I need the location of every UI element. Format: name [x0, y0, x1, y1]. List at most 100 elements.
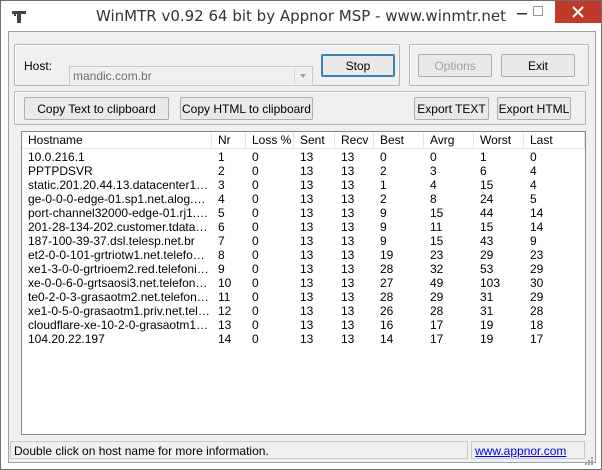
table-cell: 0 — [252, 178, 259, 192]
host-combobox-value: mandic.com.br — [73, 69, 152, 83]
table-cell: 13 — [300, 164, 314, 178]
table-cell: 13 — [341, 206, 355, 220]
table-cell: 13 — [300, 332, 314, 346]
table-cell: 14 — [530, 220, 544, 234]
table-cell: 8 — [430, 192, 437, 206]
table-row[interactable]: xe1-0-5-0-grasaotm1.priv.net.telefonicag… — [22, 304, 585, 318]
column-header-loss[interactable]: Loss % — [246, 132, 294, 148]
table-cell: 0 — [252, 234, 259, 248]
table-cell: 13 — [300, 276, 314, 290]
copy-html-button[interactable]: Copy HTML to clipboard — [180, 97, 313, 120]
table-row[interactable]: te0-2-0-3-grasaotm2.net.telefonicaglobal… — [22, 290, 585, 304]
table-cell: 6 — [218, 220, 225, 234]
table-cell: 0 — [252, 164, 259, 178]
table-cell: 13 — [341, 248, 355, 262]
table-cell: 13 — [341, 192, 355, 206]
table-cell: 4 — [530, 178, 537, 192]
table-cell: 9 — [530, 234, 537, 248]
table-cell: 31 — [480, 304, 494, 318]
options-button[interactable]: Options — [418, 54, 492, 77]
table-cell: 4 — [530, 164, 537, 178]
table-row[interactable]: ge-0-0-0-edge-01.sp1.net.alog.com.br 4 0 13… — [22, 192, 585, 206]
table-cell: 30 — [530, 276, 544, 290]
options-group: Options Exit — [409, 44, 589, 86]
table-cell: 13 — [300, 150, 314, 164]
copy-text-button[interactable]: Copy Text to clipboard — [24, 97, 169, 120]
exit-button[interactable]: Exit — [501, 54, 575, 77]
table-cell: 0 — [252, 220, 259, 234]
column-header-sent[interactable]: Sent — [294, 132, 335, 148]
table-cell: 13 — [341, 150, 355, 164]
close-button[interactable] — [555, 1, 601, 23]
table-cell: 5 — [218, 206, 225, 220]
column-header-avrg[interactable]: Avrg — [424, 132, 474, 148]
hostname-cell: xe1-0-5-0-grasaotm1.priv.net.telefonicag… — [28, 304, 210, 318]
main-window: WinMTR v0.92 64 bit by Appnor MSP - www.… — [0, 0, 602, 470]
chevron-down-icon[interactable] — [294, 68, 311, 84]
table-row[interactable]: 10.0.216.1 1 0 13 13 0 0 1 0 — [22, 150, 585, 164]
table-cell: 0 — [380, 150, 387, 164]
table-header: Hostname Nr Loss % Sent Recv Best Avrg Worst Las… — [22, 132, 585, 149]
table-row[interactable]: cloudflare-xe-10-2-0-grasaotm1.net.telef… — [22, 318, 585, 332]
table-row[interactable]: 201-28-134-202.customer.tdatabrasil.net.… — [22, 220, 585, 234]
stop-button[interactable]: Stop — [321, 54, 395, 77]
column-header-last[interactable]: Last — [524, 132, 585, 148]
hostname-cell: cloudflare-xe-10-2-0-grasaotm1.net.telef… — [28, 318, 210, 332]
table-row[interactable]: xe-0-0-6-0-grtsaosi3.net.telefonicagloba… — [22, 276, 585, 290]
resize-grip-icon[interactable] — [583, 450, 593, 465]
table-cell: 9 — [380, 220, 387, 234]
table-cell: 13 — [300, 206, 314, 220]
host-combobox[interactable]: mandic.com.br — [69, 66, 313, 86]
table-cell: 0 — [252, 262, 259, 276]
export-text-button[interactable]: Export TEXT — [414, 97, 489, 120]
table-row[interactable]: xe1-3-0-0-grtrioem2.red.telefonica-whole… — [22, 262, 585, 276]
table-cell: 13 — [341, 276, 355, 290]
table-cell: 8 — [218, 248, 225, 262]
table-cell: 2 — [380, 164, 387, 178]
table-cell: 1 — [380, 178, 387, 192]
column-header-recv[interactable]: Recv — [335, 132, 374, 148]
table-cell: 13 — [300, 262, 314, 276]
maximize-button[interactable] — [525, 1, 551, 23]
table-row[interactable]: static.201.20.44.13.datacenter1.com.br 3 0… — [22, 178, 585, 192]
host-label: Host: — [24, 59, 53, 73]
hostname-cell: port-channel32000-edge-01.rj1.net.alog.c… — [28, 206, 210, 220]
table-row[interactable]: 187-100-39-37.dsl.telesp.net.br 7 0 13 13 9 15… — [22, 234, 585, 248]
table-row[interactable]: PPTPDSVR 2 0 13 13 2 3 6 4 — [22, 164, 585, 178]
table-cell: 4 — [218, 192, 225, 206]
table-row[interactable]: port-channel32000-edge-01.rj1.net.alog.c… — [22, 206, 585, 220]
table-cell: 24 — [480, 192, 494, 206]
table-cell: 11 — [430, 220, 443, 234]
table-cell: 5 — [530, 192, 537, 206]
hostname-cell: et2-0-0-101-grtriotw1.net.telefonicaglob… — [28, 248, 210, 262]
table-cell: 9 — [380, 206, 387, 220]
table-cell: 14 — [380, 332, 394, 346]
export-html-button[interactable]: Export HTML — [497, 97, 571, 120]
column-header-worst[interactable]: Worst — [474, 132, 524, 148]
table-cell: 13 — [300, 248, 314, 262]
hostname-cell: xe-0-0-6-0-grtsaosi3.net.telefonicagloba… — [28, 276, 210, 290]
column-header-nr[interactable]: Nr — [212, 132, 246, 148]
hostname-cell: te0-2-0-3-grasaotm2.net.telefonicaglobal… — [28, 290, 210, 304]
host-group: Host: mandic.com.br Stop — [14, 44, 400, 86]
column-header-hostname[interactable]: Hostname — [22, 132, 212, 148]
hostname-cell: static.201.20.44.13.datacenter1.com.br — [28, 178, 210, 192]
table-row[interactable]: 104.20.22.197 14 0 13 13 14 17 19 17 — [22, 332, 585, 346]
table-cell: 17 — [430, 332, 444, 346]
table-cell: 15 — [430, 234, 444, 248]
table-cell: 13 — [341, 178, 355, 192]
table-cell: 12 — [218, 304, 232, 318]
table-cell: 13 — [300, 178, 314, 192]
table-cell: 28 — [380, 262, 394, 276]
column-header-best[interactable]: Best — [374, 132, 424, 148]
table-row[interactable]: et2-0-0-101-grtriotw1.net.telefonicaglob… — [22, 248, 585, 262]
table-cell: 13 — [341, 318, 355, 332]
table-cell: 18 — [530, 318, 544, 332]
hostname-cell: 187-100-39-37.dsl.telesp.net.br — [28, 234, 195, 248]
results-table[interactable]: Hostname Nr Loss % Sent Recv Best Avrg Worst Las… — [21, 131, 586, 435]
table-cell: 0 — [252, 150, 259, 164]
table-cell: 3 — [430, 164, 437, 178]
title-bar[interactable]: WinMTR v0.92 64 bit by Appnor MSP - www.… — [1, 1, 601, 31]
appnor-link[interactable]: www.appnor.com — [475, 444, 566, 458]
table-cell: 43 — [480, 234, 494, 248]
